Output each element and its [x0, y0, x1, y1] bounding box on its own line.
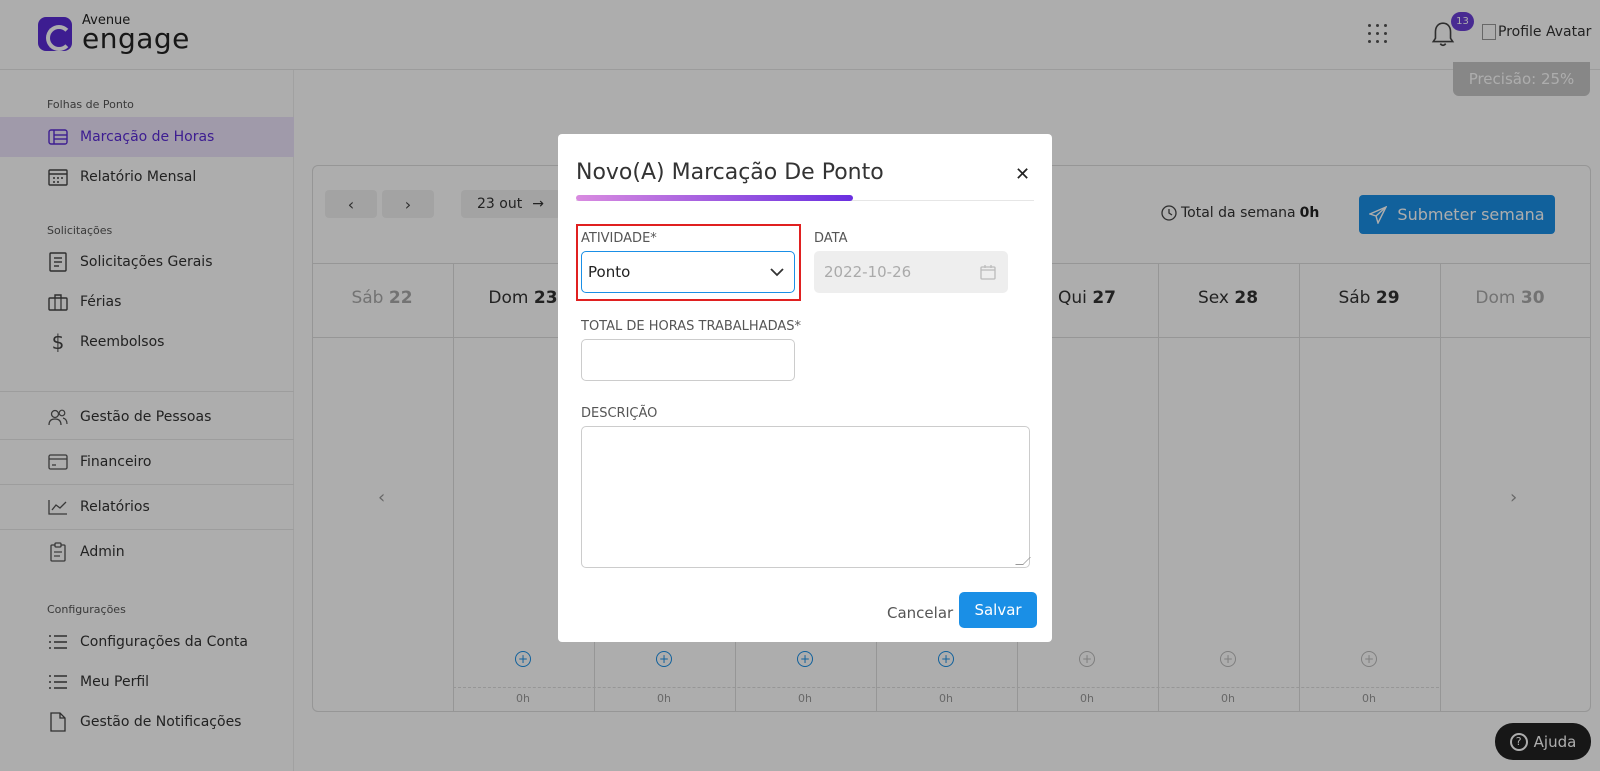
date-value: 2022-10-26	[824, 263, 912, 281]
activity-select[interactable]: Ponto	[581, 251, 795, 293]
date-label: DATA	[814, 231, 848, 246]
date-field: 2022-10-26	[814, 251, 1008, 293]
activity-label: ATIVIDADE*	[581, 231, 657, 246]
hours-label: TOTAL DE HORAS TRABALHADAS*	[581, 319, 802, 334]
close-icon[interactable]: ✕	[1015, 164, 1030, 185]
hours-input[interactable]	[581, 339, 795, 381]
save-button[interactable]: Salvar	[959, 592, 1037, 628]
modal-title: Novo(A) Marcação De Ponto	[576, 160, 884, 185]
chevron-down-icon	[770, 268, 784, 277]
description-label: DESCRIÇÃO	[581, 406, 658, 421]
activity-selected-value: Ponto	[588, 263, 631, 281]
new-time-entry-modal: Novo(A) Marcação De Ponto ✕ ATIVIDADE* P…	[558, 134, 1052, 642]
calendar-icon	[980, 265, 996, 280]
description-textarea[interactable]	[581, 426, 1031, 568]
resize-handle[interactable]	[1015, 557, 1031, 565]
title-underline	[576, 195, 853, 201]
cancel-button[interactable]: Cancelar	[887, 604, 953, 622]
